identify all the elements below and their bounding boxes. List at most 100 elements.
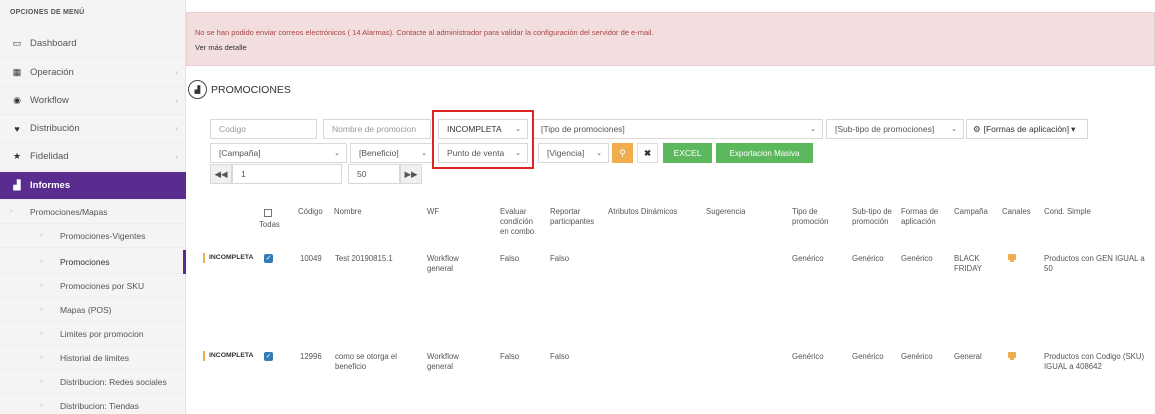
alert-message: No se han podido enviar correos electrón…: [195, 28, 654, 37]
subtipo-select[interactable]: [Sub-tipo de promociones] ⌄: [826, 119, 964, 139]
header-sugerencia[interactable]: Sugerencia: [706, 207, 745, 217]
row-checkbox[interactable]: ✓: [264, 352, 273, 361]
header-campana[interactable]: Campaña: [954, 207, 988, 217]
sidebar-sub-label: Promociones-Vigentes: [60, 230, 146, 241]
header-nombre[interactable]: Nombre: [334, 207, 362, 217]
double-chevron-left-icon: ◀◀: [214, 168, 228, 179]
chevron-right-icon: ›: [40, 330, 43, 337]
star-icon: ★: [12, 151, 22, 161]
header-atributos[interactable]: Atributos Dinámicos: [608, 207, 677, 217]
chevron-down-icon: ⌄: [334, 150, 340, 157]
sidebar-item-dashboard[interactable]: ▭ Dashboard: [0, 30, 186, 58]
sidebar-sub-mapas-pos[interactable]: › Mapas (POS): [0, 298, 186, 322]
vigencia-value: [Vigencia]: [547, 148, 585, 158]
campana-value: [Campaña]: [219, 148, 261, 158]
prev-page-button[interactable]: ◀◀: [210, 164, 232, 184]
next-page-button[interactable]: ▶▶: [400, 164, 422, 184]
sidebar-sub-promociones[interactable]: › Promociones: [0, 250, 186, 274]
header-evaluar[interactable]: Evaluar condición en combo: [500, 207, 542, 237]
chevron-down-icon: ⌄: [421, 150, 427, 157]
status-badge: INCOMPLETA: [203, 253, 253, 263]
status-badge: INCOMPLETA: [203, 351, 253, 361]
bar-chart-icon: ▟: [13, 180, 21, 190]
sidebar-sub-label: Promociones por SKU: [60, 280, 145, 291]
sidebar-sub-promociones-mapas[interactable]: › Promociones/Mapas: [0, 200, 186, 224]
sidebar-item-label: Distribución: [30, 123, 80, 134]
header-formas[interactable]: Formas de aplicación: [901, 207, 947, 227]
select-all-checkbox[interactable]: [264, 209, 272, 217]
sidebar-header: OPCIONES DE MENÚ: [10, 9, 85, 16]
codigo-input[interactable]: Codigo: [210, 119, 317, 139]
excel-button[interactable]: EXCEL: [663, 143, 712, 163]
laptop-icon: ▭: [12, 38, 22, 48]
alert-more-link[interactable]: Ver más detalle: [195, 43, 247, 52]
close-icon: ✖: [643, 147, 652, 158]
cell-wf: Workflow general: [427, 254, 459, 273]
cell-subtipo: Genérico: [852, 254, 884, 263]
sidebar-item-distribucion[interactable]: ♥ Distribución ‹: [0, 115, 186, 143]
header-codigo[interactable]: Código: [298, 207, 323, 217]
sidebar-sub-label: Distribucion: Tiendas: [60, 400, 139, 411]
header-canales[interactable]: Canales: [1002, 207, 1031, 217]
cell-evaluar: Falso: [500, 352, 520, 361]
sidebar-sub-label: Historial de limites: [60, 352, 129, 363]
search-button[interactable]: ⚲: [612, 143, 633, 163]
export-button[interactable]: Exportacion Masiva: [716, 143, 813, 163]
sidebar-sub-redes[interactable]: › Distribucion: Redes sociales: [0, 370, 186, 394]
sidebar-sub-limites[interactable]: › Limites por promocion: [0, 322, 186, 346]
sidebar-item-informes[interactable]: ▟ Informes: [0, 172, 186, 200]
cell-nombre[interactable]: como se otorga el beneficio: [335, 352, 410, 372]
page-input[interactable]: 1: [232, 164, 342, 184]
sidebar-sub-tiendas[interactable]: › Distribucion: Tiendas: [0, 394, 186, 414]
cell-campana: General: [954, 352, 982, 361]
sidebar-sub-historial[interactable]: › Historial de limites: [0, 346, 186, 370]
sidebar-sub-promociones-sku[interactable]: › Promociones por SKU: [0, 274, 186, 298]
cell-tipo: Genérico: [792, 352, 824, 361]
row-checkbox[interactable]: ✓: [264, 254, 273, 263]
clear-button[interactable]: ✖: [637, 143, 658, 163]
tipo-select[interactable]: [Tipo de promociones] ⌄: [532, 119, 823, 139]
beneficio-select[interactable]: [Beneficio] ⌄: [350, 143, 434, 163]
formas-label: [Formas de aplicación]: [983, 124, 1070, 134]
formas-dropdown[interactable]: ⚙ [Formas de aplicación] ▾: [966, 119, 1088, 139]
cell-cond-simple: Productos con GEN IGUAL a 50: [1044, 254, 1145, 273]
page-size-input[interactable]: 50: [348, 164, 400, 184]
chevron-left-icon: ‹: [175, 124, 178, 133]
sidebar-item-operacion[interactable]: ▦ Operación ‹: [0, 59, 186, 87]
chevron-down-icon: ⌄: [951, 126, 957, 133]
chevron-right-icon: ›: [40, 402, 43, 409]
sidebar-item-label: Informes: [30, 180, 71, 191]
sidebar-item-label: Dashboard: [30, 38, 77, 49]
subtipo-value: [Sub-tipo de promociones]: [835, 124, 935, 134]
sidebar-sub-label: Limites por promocion: [60, 328, 144, 339]
cell-formas: Genérico: [901, 352, 933, 361]
monitor-icon: [1008, 254, 1016, 262]
grid-icon: ▦: [12, 67, 22, 77]
compass-icon: ◉: [13, 95, 21, 105]
sidebar-item-workflow[interactable]: ◉ Workflow ‹: [0, 87, 186, 115]
cell-subtipo: Genérico: [852, 352, 884, 361]
chevron-down-icon: ⌄: [810, 126, 816, 133]
cell-cond-simple: Productos con Codigo (SKU) IGUAL a 40864…: [1044, 352, 1145, 371]
chevron-left-icon: ‹: [175, 96, 178, 105]
header-subtipo[interactable]: Sub-tipo de promoción: [852, 207, 892, 227]
gear-icon: ⚙: [973, 123, 981, 134]
sidebar-item-fidelidad[interactable]: ★ Fidelidad ‹: [0, 143, 186, 171]
nombre-input[interactable]: Nombre de promocion: [323, 119, 431, 139]
header-tipo[interactable]: Tipo de promoción: [792, 207, 838, 227]
cell-campana: BLACK FRIDAY: [954, 254, 983, 273]
header-cond-simple[interactable]: Cond. Simple: [1044, 207, 1091, 217]
sidebar-item-label: Workflow: [30, 95, 69, 106]
chevron-right-icon: ›: [40, 232, 43, 239]
campana-select[interactable]: [Campaña] ⌄: [210, 143, 347, 163]
sidebar-sub-promociones-vigentes[interactable]: › Promociones-Vigentes: [0, 224, 186, 248]
chevron-right-icon: ›: [40, 354, 43, 361]
double-chevron-right-icon: ▶▶: [404, 168, 418, 179]
cell-reportar: Falso: [550, 254, 570, 263]
vigencia-select[interactable]: [Vigencia] ⌄: [538, 143, 609, 163]
header-wf[interactable]: WF: [427, 207, 439, 217]
chevron-right-icon: ›: [40, 378, 43, 385]
cell-nombre[interactable]: Test 20190815.1: [335, 254, 393, 264]
cell-codigo: 12996: [300, 352, 322, 361]
header-reportar[interactable]: Reportar participantes: [550, 207, 600, 227]
